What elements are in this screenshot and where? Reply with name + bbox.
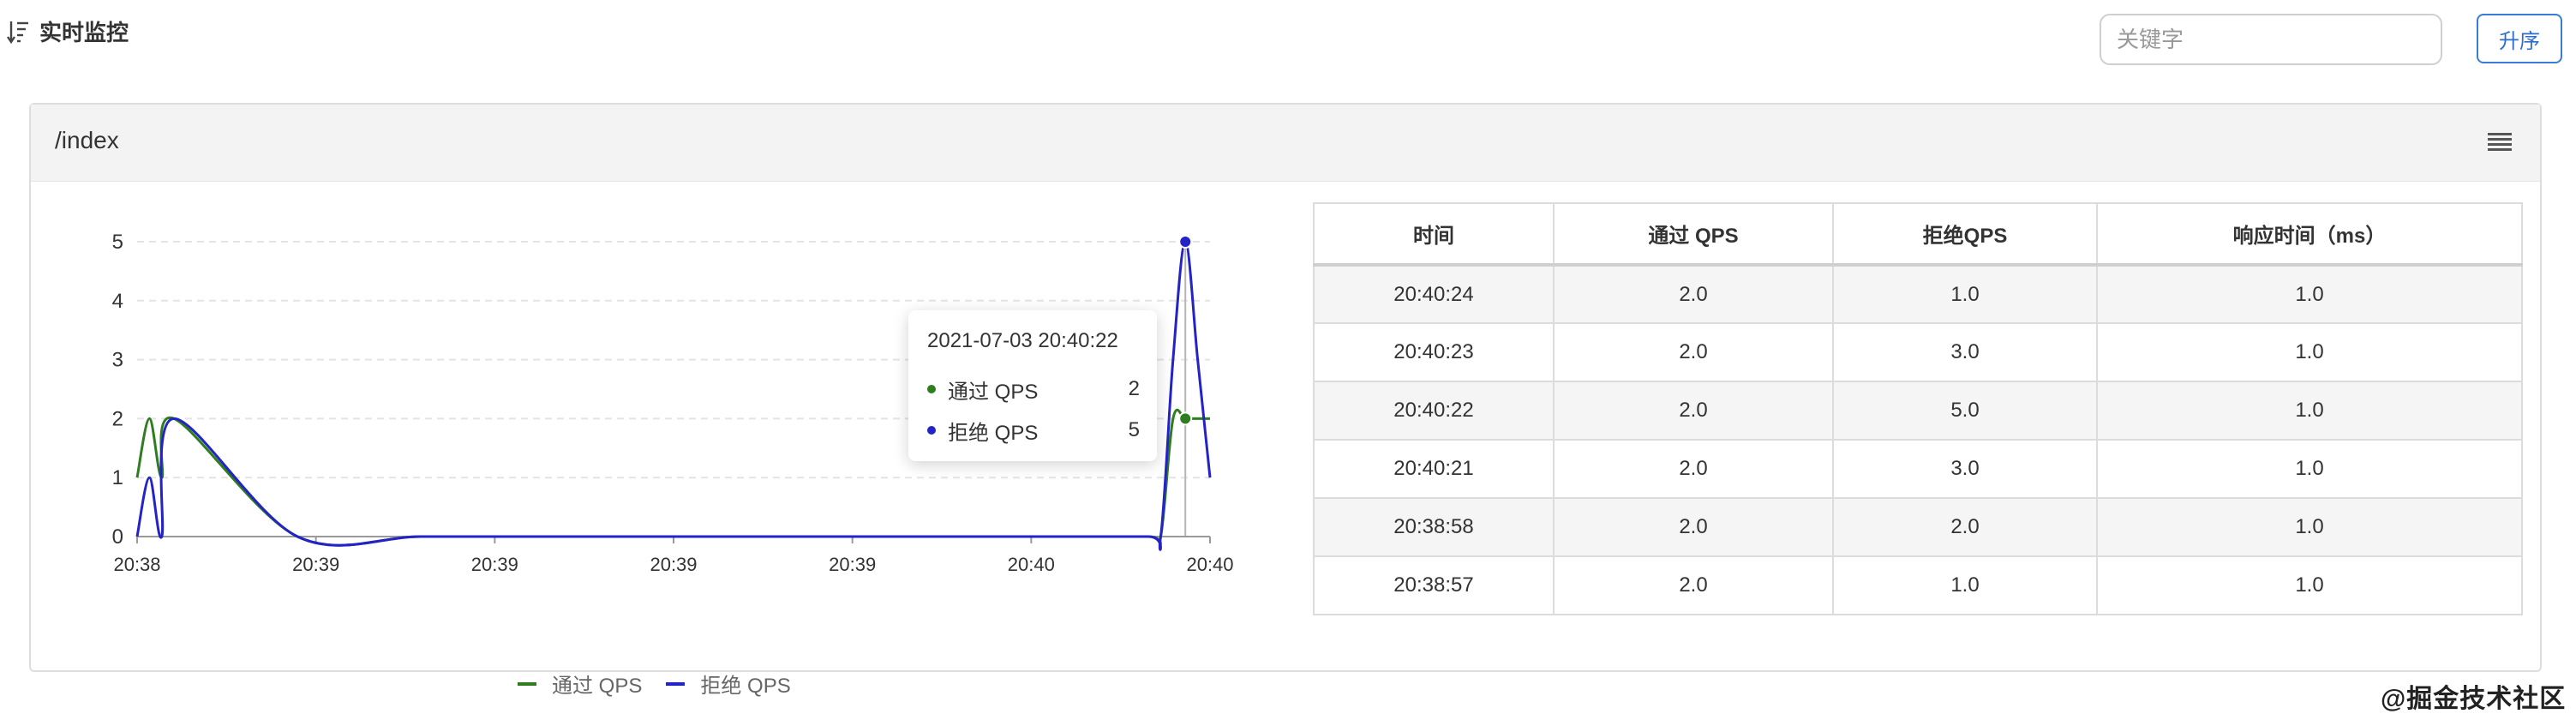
cell-response-time: 1.0 [2096,264,2523,324]
tooltip-row-value: 2 [1128,377,1140,400]
pass-qps-swatch-icon [518,681,536,686]
cell-block-qps: 3.0 [1832,439,2098,499]
cell-block-qps: 5.0 [1832,381,2098,441]
cell-pass-qps: 2.0 [1553,381,1834,441]
y-tick-label: 4 [112,290,123,313]
cell-time: 20:40:22 [1313,381,1555,441]
cell-pass-qps: 2.0 [1553,497,1834,557]
table-row: 20:38:57 2.0 1.0 1.0 [1313,555,2523,615]
x-tick-label: 20:40 [1008,554,1055,575]
keyword-search-input[interactable] [2100,14,2442,65]
resource-panel: /index 0 1 2 3 4 5 20:38 20:39 20:39 20:39 20:39 20… [29,103,2542,698]
y-tick-label: 2 [112,407,123,430]
menu-list-icon[interactable] [2487,130,2513,154]
cell-pass-qps: 2.0 [1553,439,1834,499]
y-tick-label: 3 [112,349,123,372]
y-tick-label: 0 [112,525,123,549]
column-header-response-time: 响应时间（ms） [2096,202,2523,267]
cell-response-time: 1.0 [2096,381,2523,441]
x-tick-label: 20:39 [471,554,518,575]
cell-block-qps: 1.0 [1832,264,2098,324]
column-header-pass-qps: 通过 QPS [1553,202,1834,267]
block-qps-dot-icon [927,426,936,435]
cell-response-time: 1.0 [2096,497,2523,557]
cell-time: 20:38:57 [1313,555,1555,615]
tooltip-title: 2021-07-03 20:40:22 [927,329,1118,352]
chart-legend: 通过 QPS 拒绝 QPS [518,669,815,699]
cell-block-qps: 3.0 [1832,322,2098,382]
table-row: 20:40:23 2.0 3.0 1.0 [1313,322,2523,382]
tooltip-row-block: 拒绝 QPS 5 [927,410,1140,451]
cell-block-qps: 2.0 [1832,497,2098,557]
x-tick-label: 20:40 [1186,554,1233,575]
tooltip-row-name: 通过 QPS [948,380,1039,404]
x-tick-label: 20:39 [650,554,697,575]
column-header-block-qps: 拒绝QPS [1832,202,2098,267]
pass-qps-dot-icon [927,385,936,393]
x-tick-label: 20:39 [829,554,876,575]
legend-label: 通过 QPS [552,675,643,698]
x-tick-label: 20:39 [292,554,339,575]
pass-qps-point [1178,411,1193,426]
legend-item-block-qps[interactable]: 拒绝 QPS [666,669,791,699]
tooltip-row-value: 5 [1128,418,1140,441]
cell-time: 20:40:23 [1313,322,1555,382]
cell-pass-qps: 2.0 [1553,322,1834,382]
cell-time: 20:40:21 [1313,439,1555,499]
cell-time: 20:40:24 [1313,264,1555,324]
cell-block-qps: 1.0 [1832,555,2098,615]
block-qps-point [1178,235,1193,249]
table-row: 20:38:58 2.0 2.0 1.0 [1313,497,2523,557]
cell-response-time: 1.0 [2096,555,2523,615]
cell-response-time: 1.0 [2096,439,2523,499]
table-row: 20:40:21 2.0 3.0 1.0 [1313,439,2523,499]
top-bar: 实时监控 升序 [0,0,2576,86]
tooltip-row-pass: 通过 QPS 2 [927,369,1140,410]
cell-response-time: 1.0 [2096,322,2523,382]
cell-pass-qps: 2.0 [1553,555,1834,615]
table-row: 20:40:22 2.0 5.0 1.0 [1313,381,2523,441]
table-header-row: 时间 通过 QPS 拒绝QPS 响应时间（ms） [1313,202,2523,267]
column-header-time: 时间 [1313,202,1555,267]
x-tick-label: 20:38 [113,554,160,575]
block-qps-swatch-icon [666,681,686,686]
y-tick-label: 5 [112,231,123,254]
legend-label: 拒绝 QPS [700,675,791,698]
legend-item-pass-qps[interactable]: 通过 QPS [518,669,642,699]
y-tick-label: 1 [112,466,123,489]
watermark: @掘金技术社区 [2381,685,2567,713]
qps-data-table: 时间 通过 QPS 拒绝QPS 响应时间（ms） 20:40:24 2.0 1.… [1313,202,2523,615]
resource-name: /index [55,127,119,153]
sort-descending-icon [7,21,28,44]
qps-chart: 0 1 2 3 4 5 20:38 20:39 20:39 20:39 20:39 20:40 20:4… [31,183,1316,698]
page-title-group: 实时监控 [7,15,129,47]
table-row: 20:40:24 2.0 1.0 1.0 [1313,264,2523,324]
chart-tooltip: 2021-07-03 20:40:22 通过 QPS 2 拒绝 QPS 5 [908,310,1157,461]
cell-pass-qps: 2.0 [1553,264,1834,324]
panel-header: /index [31,105,2540,182]
cell-time: 20:38:58 [1313,497,1555,557]
sort-ascending-button[interactable]: 升序 [2477,14,2562,63]
tooltip-row-name: 拒绝 QPS [948,421,1039,445]
page-title: 实时监控 [39,20,129,45]
